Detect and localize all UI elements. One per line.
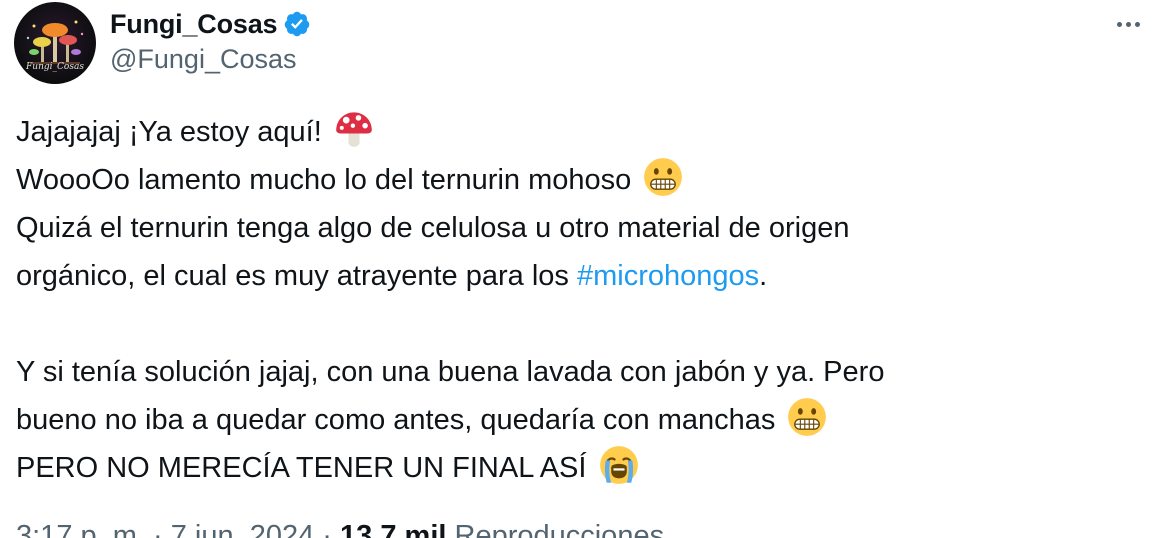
hashtag-link[interactable]: #microhongos	[577, 260, 759, 292]
tweet-line: orgánico, el cual es muy atrayente para …	[16, 260, 768, 292]
tweet-line: Jajajajaj ¡Ya estoy aquí!	[16, 108, 1146, 156]
author-display-name[interactable]: Fungi_Cosas	[110, 9, 278, 40]
author-handle[interactable]: @Fungi_Cosas	[110, 44, 297, 75]
grimacing-face-emoji-icon	[644, 158, 683, 196]
more-options-button[interactable]	[1112, 8, 1144, 40]
loudly-crying-face-emoji-icon	[599, 446, 638, 484]
tweet-line: bueno no iba a quedar como antes, quedar…	[16, 396, 1146, 444]
tweet-line: Quizá el ternurin tenga algo de celulosa…	[16, 212, 850, 244]
tweet-timestamp[interactable]: 3:17 p. m. · 7 jun. 2024	[16, 520, 314, 538]
avatar-caption: Fungi_Cosas	[26, 62, 84, 72]
tweet-meta: 3:17 p. m. · 7 jun. 2024 · 13,7 mil Repr…	[16, 520, 664, 538]
tweet-line: PERO NO MERECÍA TENER UN FINAL ASÍ	[16, 444, 1146, 492]
tweet-line: Y si tenía solución jajaj, con una buena…	[16, 356, 885, 388]
views-label: Reproducciones	[454, 520, 665, 538]
views-count: 13,7 mil	[340, 520, 447, 538]
more-options-icon	[1116, 21, 1122, 27]
verified-badge-icon[interactable]	[283, 10, 311, 38]
tweet-line: WoooOo lamento mucho lo del ternurin moh…	[16, 156, 1146, 204]
author-name-row: Fungi_Cosas	[110, 4, 311, 44]
mushroom-emoji-icon	[336, 112, 372, 147]
avatar[interactable]: Fungi_Cosas	[14, 2, 96, 84]
grimacing-face-emoji-icon	[788, 398, 827, 436]
tweet-text: Jajajajaj ¡Ya estoy aquí! WoooOo lamento…	[16, 108, 1146, 492]
